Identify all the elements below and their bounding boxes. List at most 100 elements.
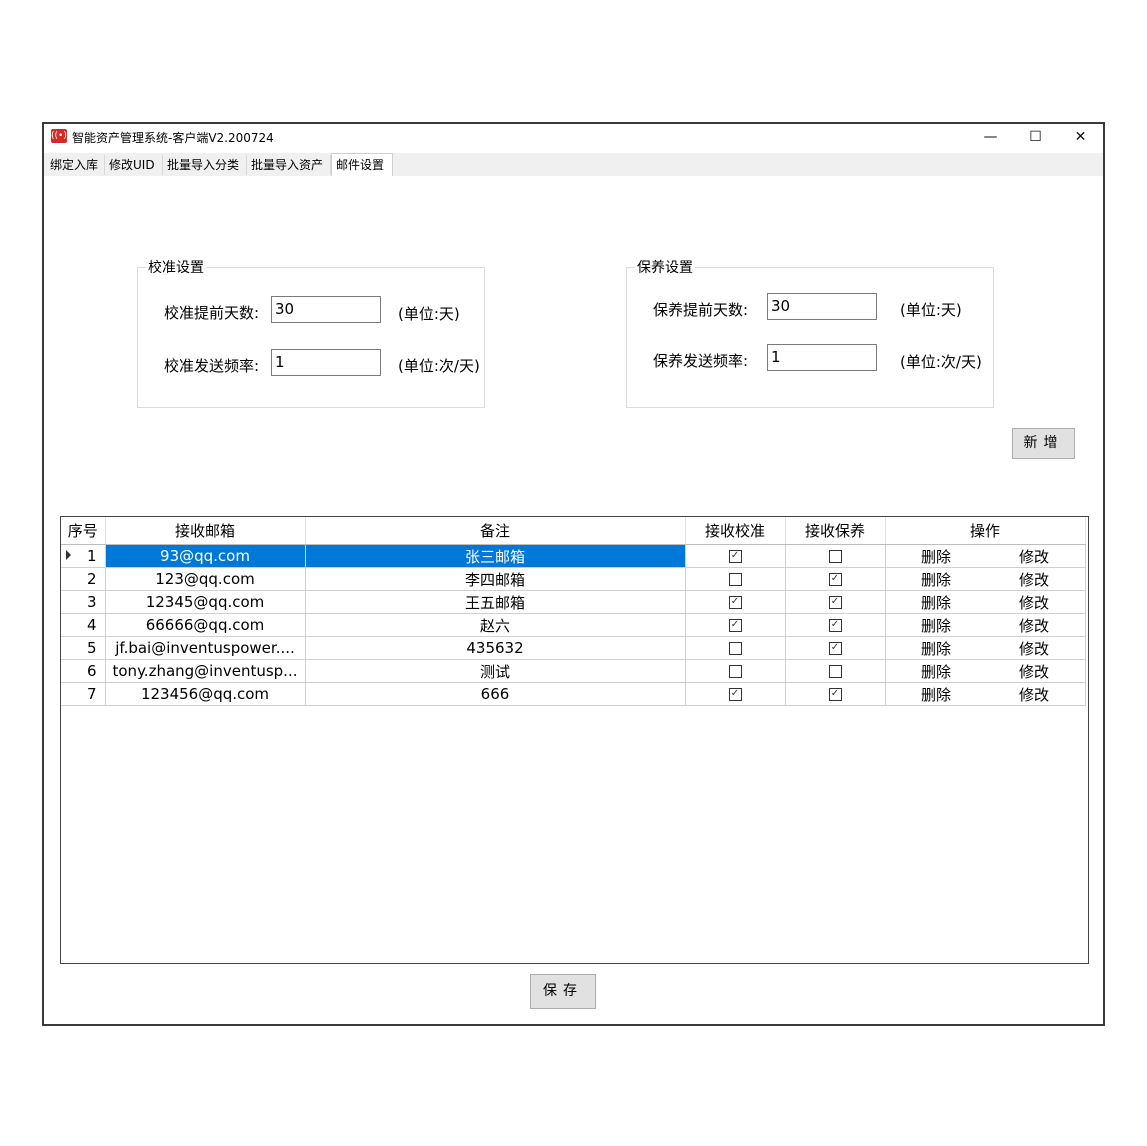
edit-link[interactable]: 修改 [985,638,1083,659]
maintenance-days-input[interactable]: 30 [767,293,877,320]
actions-cell: 删除 修改 [885,590,1086,614]
receive-calibration-checkbox[interactable]: ✓ [728,688,742,701]
row-index-cell[interactable]: 1 [61,544,106,568]
maintenance-group-title: 保养设置 [635,257,695,277]
email-cell[interactable]: 123456@qq.com [105,682,306,706]
edit-link[interactable]: 修改 [985,684,1083,705]
maintenance-group: 保养设置 保养提前天数: 30 (单位:天) 保养发送频率: 1 (单位:次/天… [626,257,994,408]
table-row[interactable]: 4 66666@qq.com 赵六 ✓ ✓ 删除 修改 [61,613,1086,637]
edit-link[interactable]: 修改 [985,661,1083,682]
window-title: 智能资产管理系统-客户端V2.200724 [72,131,274,145]
email-cell[interactable]: tony.zhang@inventusp... [105,659,306,683]
table-row[interactable]: 1 93@qq.com 张三邮箱 ✓ 删除 修改 [61,544,1086,568]
tab-strip: 绑定入库 修改UID 批量导入分类 批量导入资产 邮件设置 [44,153,1103,177]
receive-maintenance-cell: ✓ [785,682,886,706]
email-cell[interactable]: 93@qq.com [105,544,306,568]
email-settings-panel: 校准设置 校准提前天数: 30 (单位:天) 校准发送频率: 1 (单位:次/天… [44,176,1103,1024]
delete-link[interactable]: 删除 [887,684,985,705]
calibration-days-unit: (单位:天) [398,305,460,323]
save-button[interactable]: 保存 [530,974,596,1009]
note-cell[interactable]: 666 [305,682,686,706]
column-header-note[interactable]: 备注 [305,517,686,545]
app-logo-icon: ((•)) [51,129,71,143]
receive-calibration-checkbox[interactable] [728,665,742,678]
receive-maintenance-checkbox[interactable]: ✓ [828,619,842,632]
row-index-cell[interactable]: 4 [61,613,106,637]
email-table: 序号 接收邮箱 备注 接收校准 接收保养 操作 1 93@qq.com 张三邮箱 ✓ 删… [61,517,1086,706]
edit-link[interactable]: 修改 [985,546,1083,567]
edit-link[interactable]: 修改 [985,592,1083,613]
receive-calibration-checkbox[interactable] [728,642,742,655]
receive-calibration-cell: ✓ [685,544,786,568]
note-cell[interactable]: 李四邮箱 [305,567,686,591]
row-index-cell[interactable]: 6 [61,659,106,683]
receive-calibration-checkbox[interactable]: ✓ [728,619,742,632]
row-index-cell[interactable]: 7 [61,682,106,706]
receive-calibration-checkbox[interactable]: ✓ [728,550,742,563]
maintenance-days-label: 保养提前天数: [653,301,749,319]
column-header-receive-maintenance[interactable]: 接收保养 [785,517,886,545]
note-cell[interactable]: 435632 [305,636,686,660]
maintenance-freq-label: 保养发送频率: [653,352,749,370]
table-row[interactable]: 7 123456@qq.com 666 ✓ ✓ 删除 修改 [61,682,1086,706]
note-cell[interactable]: 王五邮箱 [305,590,686,614]
delete-link[interactable]: 删除 [887,569,985,590]
table-row[interactable]: 2 123@qq.com 李四邮箱 ✓ 删除 修改 [61,567,1086,591]
email-cell[interactable]: 66666@qq.com [105,613,306,637]
row-index: 4 [86,616,97,634]
row-index: 2 [86,570,97,588]
note-cell[interactable]: 测试 [305,659,686,683]
minimize-button[interactable]: — [968,124,1013,151]
note-cell[interactable]: 赵六 [305,613,686,637]
receive-maintenance-checkbox[interactable] [828,665,842,678]
current-row-arrow-icon [66,550,71,560]
add-button[interactable]: 新增 [1012,428,1075,459]
calibration-freq-label: 校准发送频率: [164,357,260,375]
calibration-freq-input[interactable]: 1 [271,349,381,376]
delete-link[interactable]: 删除 [887,638,985,659]
email-cell[interactable]: 123@qq.com [105,567,306,591]
row-index: 7 [86,685,97,703]
tab-email-settings[interactable]: 邮件设置 [331,153,393,177]
tab-modify-uid[interactable]: 修改UID [105,155,163,175]
maintenance-freq-input[interactable]: 1 [767,344,877,371]
edit-link[interactable]: 修改 [985,615,1083,636]
receive-calibration-checkbox[interactable] [728,573,742,586]
receive-calibration-checkbox[interactable]: ✓ [728,596,742,609]
email-cell[interactable]: 12345@qq.com [105,590,306,614]
delete-link[interactable]: 删除 [887,661,985,682]
row-index-cell[interactable]: 5 [61,636,106,660]
tab-bind-storage[interactable]: 绑定入库 [46,155,105,175]
receive-maintenance-checkbox[interactable]: ✓ [828,642,842,655]
maximize-button[interactable]: ☐ [1013,124,1058,151]
table-row[interactable]: 6 tony.zhang@inventusp... 测试 删除 修改 [61,659,1086,683]
tab-import-assets[interactable]: 批量导入资产 [247,155,331,175]
delete-link[interactable]: 删除 [887,615,985,636]
maintenance-freq-unit: (单位:次/天) [900,353,982,371]
edit-link[interactable]: 修改 [985,569,1083,590]
delete-link[interactable]: 删除 [887,546,985,567]
tab-import-categories[interactable]: 批量导入分类 [163,155,247,175]
close-button[interactable]: ✕ [1058,124,1103,151]
row-index: 6 [86,662,97,680]
receive-maintenance-checkbox[interactable]: ✓ [828,573,842,586]
table-row[interactable]: 5 jf.bai@inventuspower.... 435632 ✓ 删除 修改 [61,636,1086,660]
column-header-email[interactable]: 接收邮箱 [105,517,306,545]
delete-link[interactable]: 删除 [887,592,985,613]
row-index-cell[interactable]: 2 [61,567,106,591]
table-row[interactable]: 3 12345@qq.com 王五邮箱 ✓ ✓ 删除 修改 [61,590,1086,614]
receive-maintenance-cell: ✓ [785,567,886,591]
receive-maintenance-cell [785,544,886,568]
receive-maintenance-checkbox[interactable]: ✓ [828,596,842,609]
receive-calibration-cell: ✓ [685,682,786,706]
receive-maintenance-checkbox[interactable] [828,550,842,563]
column-header-receive-calibration[interactable]: 接收校准 [685,517,786,545]
calibration-days-input[interactable]: 30 [271,296,381,323]
receive-maintenance-checkbox[interactable]: ✓ [828,688,842,701]
calibration-group-title: 校准设置 [146,257,206,277]
note-cell[interactable]: 张三邮箱 [305,544,686,568]
receive-calibration-cell: ✓ [685,590,786,614]
row-index-cell[interactable]: 3 [61,590,106,614]
actions-cell: 删除 修改 [885,567,1086,591]
email-cell[interactable]: jf.bai@inventuspower.... [105,636,306,660]
